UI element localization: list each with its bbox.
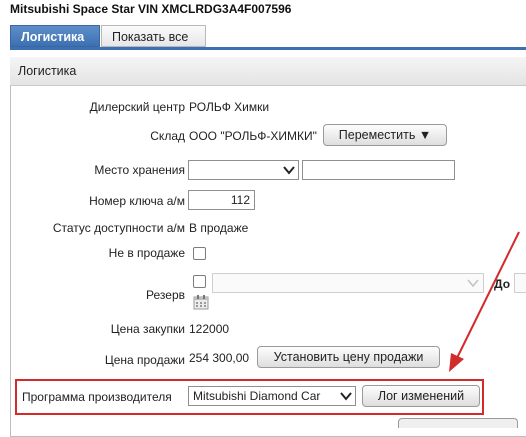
annotation-arrow-icon xyxy=(449,231,520,372)
partial-button[interactable] xyxy=(398,418,518,428)
